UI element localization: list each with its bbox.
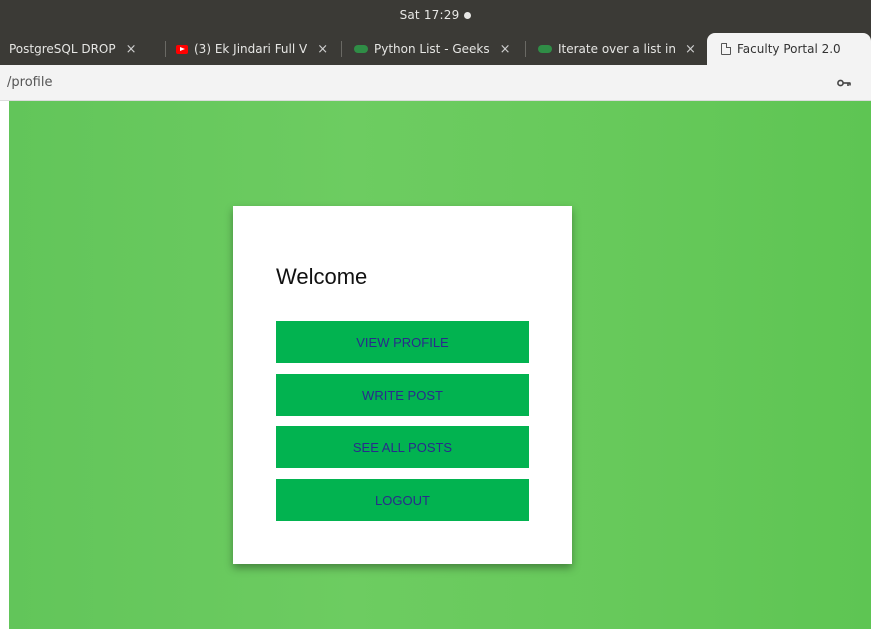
- clock-text: Sat 17:29: [399, 8, 460, 22]
- tab-iterate-list[interactable]: Iterate over a list in ×: [538, 33, 702, 65]
- tab-title: Iterate over a list in: [558, 42, 675, 56]
- logout-button[interactable]: LOGOUT: [276, 479, 529, 521]
- page-content: Welcome VIEW PROFILE WRITE POST SEE ALL …: [9, 101, 871, 629]
- tab-ek-jindari[interactable]: (3) Ek Jindari Full V ×: [176, 33, 342, 65]
- tab-close-icon[interactable]: ×: [685, 42, 696, 57]
- tab-title: Faculty Portal 2.0: [737, 42, 841, 56]
- welcome-card: Welcome VIEW PROFILE WRITE POST SEE ALL …: [233, 206, 572, 564]
- geeksforgeeks-icon: [538, 45, 552, 53]
- browser-tab-strip: PostgreSQL DROP × (3) Ek Jindari Full V …: [0, 33, 871, 65]
- key-icon[interactable]: [837, 79, 851, 87]
- tab-close-icon[interactable]: ×: [500, 42, 511, 57]
- tab-faculty-portal[interactable]: Faculty Portal 2.0: [707, 33, 871, 65]
- tab-separator: [341, 41, 342, 57]
- document-icon: [721, 43, 731, 55]
- see-all-posts-button[interactable]: SEE ALL POSTS: [276, 426, 529, 468]
- tab-title: Python List - Geeks: [374, 42, 490, 56]
- tab-title: (3) Ek Jindari Full V: [194, 42, 308, 56]
- tab-separator: [525, 41, 526, 57]
- youtube-icon: [176, 44, 188, 54]
- geeksforgeeks-icon: [354, 45, 368, 53]
- notification-dot-icon: [464, 11, 472, 19]
- view-profile-button[interactable]: VIEW PROFILE: [276, 321, 529, 363]
- write-post-button[interactable]: WRITE POST: [276, 374, 529, 416]
- tab-python-list[interactable]: Python List - Geeks ×: [354, 33, 526, 65]
- tab-close-icon[interactable]: ×: [126, 42, 137, 57]
- url-text[interactable]: /profile: [7, 75, 52, 90]
- page-title: Welcome: [276, 264, 368, 289]
- system-clock[interactable]: Sat 17:29: [400, 8, 472, 22]
- tab-separator: [165, 41, 166, 57]
- tab-title: PostgreSQL DROP: [9, 42, 116, 56]
- system-top-bar: Sat 17:29: [0, 0, 871, 33]
- tab-close-icon[interactable]: ×: [317, 42, 328, 57]
- tab-postgresql-drop[interactable]: PostgreSQL DROP ×: [9, 33, 166, 65]
- address-bar[interactable]: /profile: [0, 65, 871, 101]
